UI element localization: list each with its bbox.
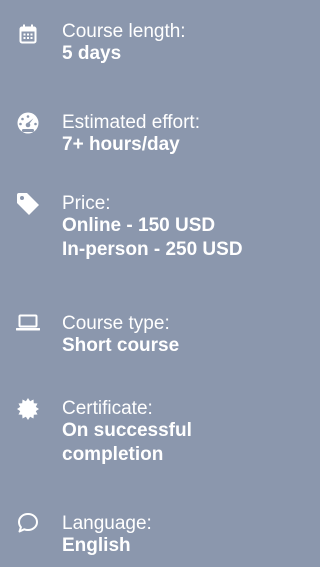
price-tag-icon — [16, 192, 40, 216]
calendar-icon — [16, 22, 40, 46]
certificate-label: Certificate: — [62, 398, 153, 419]
certificate-value-line-1: On successful — [62, 420, 192, 441]
language-item: Language: English — [16, 511, 306, 558]
language-label: Language: — [62, 513, 152, 534]
speech-bubble-icon — [16, 511, 40, 535]
course-length-label: Course length: — [62, 21, 186, 42]
price-in-person-value: In-person - 250 USD — [62, 239, 243, 260]
price-label: Price: — [62, 193, 111, 214]
course-type-value: Short course — [62, 335, 180, 356]
course-length-item: Course length: 5 days — [16, 22, 306, 66]
course-type-label: Course type: — [62, 313, 170, 334]
estimated-effort-item: Estimated effort: 7+ hours/day — [16, 111, 306, 157]
certificate-badge-icon — [16, 397, 40, 421]
price-online-value: Online - 150 USD — [62, 215, 216, 236]
price-item: Price: Online - 150 USD In-person - 250 … — [16, 192, 306, 262]
language-value: English — [62, 535, 131, 556]
speedometer-icon — [16, 111, 40, 135]
estimated-effort-value: 7+ hours/day — [62, 134, 180, 155]
laptop-icon — [16, 311, 40, 335]
course-length-value: 5 days — [62, 43, 122, 64]
estimated-effort-label: Estimated effort: — [62, 112, 200, 133]
certificate-item: Certificate: On successful completion — [16, 397, 306, 467]
course-type-item: Course type: Short course — [16, 314, 306, 358]
certificate-value-line-2: completion — [62, 444, 164, 465]
course-details-panel: Course length: 5 days Estimated effort: … — [0, 0, 315, 567]
